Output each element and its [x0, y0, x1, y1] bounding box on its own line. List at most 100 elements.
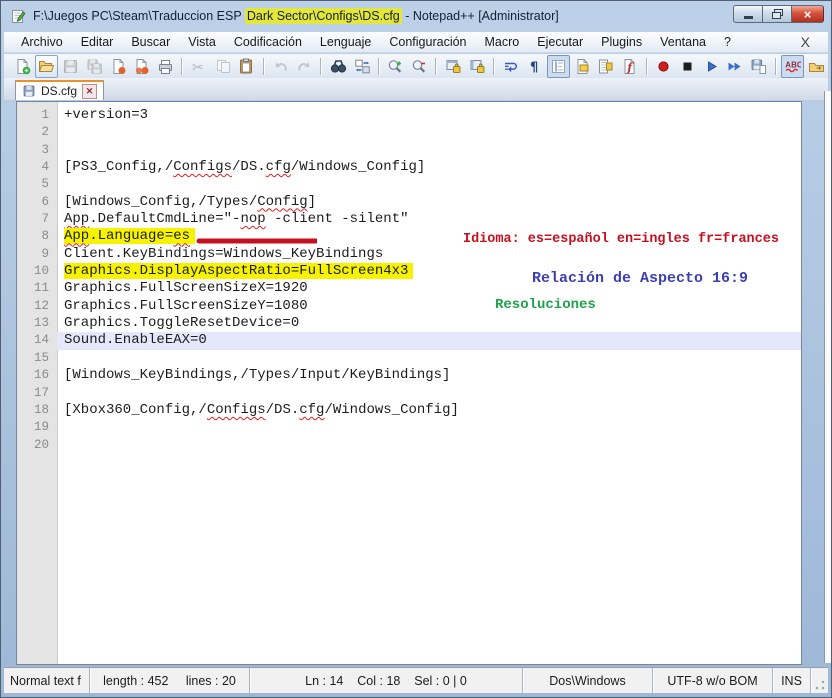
close-icon: × [803, 6, 812, 22]
close-icon[interactable] [107, 55, 130, 78]
code-text: Graphics.FullScreenSizeX=1920 [64, 280, 308, 297]
menu-item-macro[interactable]: Macro [476, 33, 529, 51]
save-icon [59, 55, 82, 78]
code-text: [PS3_Config,/Configs/DS.cfg/Windows_Conf… [64, 159, 426, 176]
toolbar-separator [435, 57, 438, 75]
show-all-characters-icon[interactable]: ¶ [523, 55, 546, 78]
redo-icon [293, 55, 316, 78]
code-line[interactable]: 10 Graphics.DisplayAspectRatio=FullScreen… [17, 263, 801, 280]
macro-record-icon[interactable] [652, 55, 675, 78]
line-number: 1 [41, 108, 49, 122]
code-text: Graphics.DisplayAspectRatio=FullScreen4x… [57, 263, 801, 280]
zoom-in-icon[interactable] [384, 55, 407, 78]
code-line[interactable]: 8 App.Language=es [17, 228, 801, 245]
macro-save-icon[interactable] [747, 55, 770, 78]
menu-item-archivo[interactable]: Archivo [12, 33, 72, 51]
undo-icon [269, 55, 292, 78]
menu-item-lenguaje[interactable]: Lenguaje [311, 33, 380, 51]
code-line[interactable]: 12 Graphics.FullScreenSizeY=1080 [17, 298, 801, 315]
menu-item-?[interactable]: ? [715, 33, 740, 51]
indent-guide-icon[interactable] [547, 54, 570, 78]
replace-icon[interactable] [351, 55, 374, 78]
minimize-button[interactable] [733, 5, 762, 23]
open-file-icon[interactable] [35, 54, 59, 78]
code-text: App.DefaultCmdLine="-nop -client -silent… [64, 211, 409, 228]
code-line[interactable]: 7 App.DefaultCmdLine="-nop -client -silen… [17, 211, 801, 228]
code-line[interactable]: 15 [17, 350, 801, 367]
code-line[interactable]: 2 [17, 124, 801, 141]
sync-vertical-icon[interactable] [442, 55, 465, 78]
paste-icon[interactable] [236, 55, 259, 78]
toolbar-separator [645, 57, 648, 75]
code-text: [Windows_KeyBindings,/Types/Input/KeyBin… [64, 367, 451, 384]
find-icon[interactable] [327, 55, 350, 78]
code-line[interactable]: 16 [Windows_KeyBindings,/Types/Input/KeyB… [17, 367, 801, 384]
code-line[interactable]: 6 [Windows_Config,/Types/Config] [17, 194, 801, 211]
macro-stop-icon[interactable] [676, 55, 699, 78]
menu-item-configuracin[interactable]: Configuración [380, 33, 475, 51]
copy-icon [212, 55, 235, 78]
window-title-prefix: F:\Juegos PC\Steam\Traduccion ESP [33, 9, 245, 23]
code-text: App.Language=es [57, 228, 801, 245]
code-line[interactable]: 11 Graphics.FullScreenSizeX=1920 [17, 280, 801, 297]
toolbar-separator [377, 57, 380, 75]
code-line[interactable]: 18 [Xbox360_Config,/Configs/DS.cfg/Window… [17, 402, 801, 419]
document-close-x-icon[interactable]: X [791, 34, 820, 50]
status-caret-info: Ln : 14 Col : 18 Sel : 0 | 0 [249, 668, 522, 693]
new-file-icon[interactable] [12, 55, 35, 78]
menu-item-ventana[interactable]: Ventana [651, 33, 715, 51]
menu-item-buscar[interactable]: Buscar [122, 33, 179, 51]
print-icon[interactable] [154, 55, 177, 78]
tab-ds-cfg[interactable]: DS.cfg ✕ [15, 80, 105, 100]
toolbar-separator [262, 57, 265, 75]
menu-bar: Archivo Editar Buscar Vista Codificación Leng… [4, 32, 828, 53]
title-bar: F:\Juegos PC\Steam\Traduccion ESP Dark S… [1, 1, 831, 31]
resize-grip[interactable] [810, 668, 828, 693]
close-all-icon[interactable] [130, 55, 153, 78]
open-in-explorer-icon[interactable] [805, 55, 828, 78]
code-line[interactable]: 5 [17, 176, 801, 193]
code-text: Graphics.ToggleResetDevice=0 [64, 315, 300, 332]
tab-close-icon[interactable]: ✕ [82, 83, 98, 99]
code-line[interactable]: 9 Client.KeyBindings=Windows_KeyBindings [17, 246, 801, 263]
yellow-highlight: App.Language=es [64, 228, 196, 245]
code-line[interactable]: 1 +version=3 [17, 107, 801, 124]
code-line[interactable]: 3 [17, 142, 801, 159]
code-line[interactable]: 14 Sound.EnableEAX=0 [17, 332, 801, 350]
code-line[interactable]: 17 [17, 385, 801, 402]
word-wrap-icon[interactable] [499, 55, 522, 78]
line-number: 9 [41, 246, 49, 261]
toolbar-separator [181, 57, 184, 75]
notepadpp-window: F:\Juegos PC\Steam\Traduccion ESP Dark S… [0, 0, 832, 698]
sync-horizontal-icon[interactable] [466, 55, 489, 78]
code-line[interactable]: 13 Graphics.ToggleResetDevice=0 [17, 315, 801, 332]
menu-item-ejecutar[interactable]: Ejecutar [528, 33, 592, 51]
line-number: 11 [33, 281, 49, 296]
spell-check-icon[interactable]: ABC [781, 54, 804, 78]
code-text: Sound.EnableEAX=0 [57, 332, 801, 350]
code-line[interactable]: 19 [17, 419, 801, 436]
notepadpp-app-icon [10, 8, 27, 25]
menu-item-editar[interactable]: Editar [72, 33, 123, 51]
menu-item-codificacin[interactable]: Codificación [225, 33, 311, 51]
menu-item-plugins[interactable]: Plugins [592, 33, 651, 51]
menu-item-vista[interactable]: Vista [179, 33, 225, 51]
close-button[interactable]: × [791, 5, 824, 23]
macro-run-multiple-icon[interactable] [723, 55, 746, 78]
function-list-icon[interactable]: f [618, 55, 641, 78]
code-text: [Windows_Config,/Types/Config] [64, 193, 317, 210]
zoom-out-icon[interactable] [408, 55, 431, 78]
editor-area[interactable]: 1 +version=3 2 3 4 [PS3_Config,/Configs/DS.cf… [16, 101, 802, 665]
restore-button[interactable] [762, 5, 791, 23]
saved-disk-icon [23, 85, 35, 97]
status-bar: Normal text f length : 452 lines : 20 Ln… [4, 667, 828, 693]
code-line[interactable]: 4 [PS3_Config,/Configs/DS.cfg/Windows_Con… [17, 159, 801, 176]
status-insert-mode: INS [772, 668, 810, 693]
user-defined-dialog-icon[interactable] [571, 55, 594, 78]
macro-play-icon[interactable] [700, 55, 723, 78]
doc-map-icon[interactable] [595, 55, 618, 78]
code-line[interactable]: 20 [17, 437, 801, 454]
